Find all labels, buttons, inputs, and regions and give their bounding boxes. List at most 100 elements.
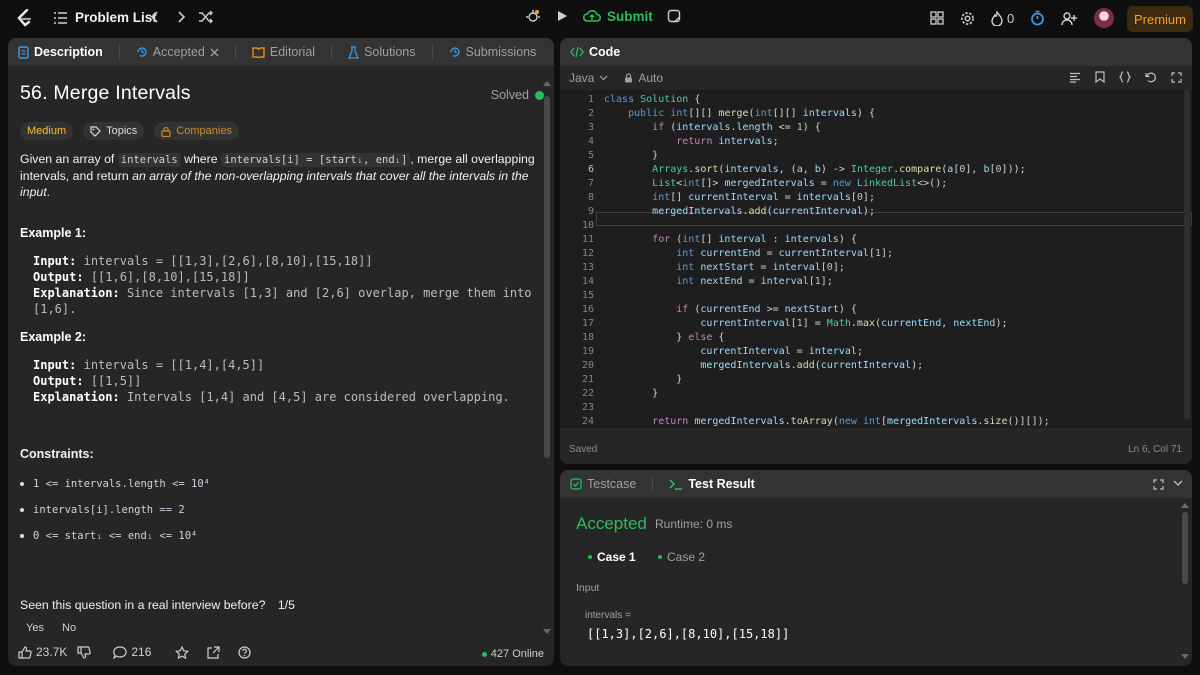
desc-text: and return [72, 169, 129, 183]
output-label: Output: [33, 270, 84, 284]
code-editor[interactable]: 1 2 3 4 5 6 7 8 9 10 11 12 13 14 15 16 17 18 19 20 21 22 23 24 … [560, 90, 1192, 428]
interview-text: Seen this question in a real interview b… [20, 598, 266, 612]
tag-icon [90, 125, 101, 137]
scroll-up-icon[interactable] [543, 80, 551, 86]
code-line: mergedIntervals.add(currentInterval); [652, 206, 875, 217]
debug-icon[interactable] [525, 8, 541, 24]
constraint-text: 0 <= startᵢ <= endᵢ <= 10⁴ [33, 530, 198, 542]
example-explanation: Intervals [1,4] and [4,5] are considered… [126, 390, 510, 404]
streak-counter[interactable]: 0 [991, 10, 1015, 26]
chevron-right-icon[interactable] [176, 10, 186, 24]
online-count: 427 Online [481, 648, 544, 660]
line-number: 11 [581, 234, 594, 245]
gear-icon[interactable] [960, 11, 975, 26]
topics-badge[interactable]: Topics [83, 122, 145, 140]
flame-icon [991, 10, 1003, 26]
submit-button[interactable]: Submit [583, 9, 653, 24]
tab-code[interactable]: Code [570, 45, 620, 59]
thumbs-down-icon[interactable] [77, 645, 92, 659]
auto-mode[interactable]: Auto [624, 71, 663, 85]
constraints-heading: Constraints: [20, 447, 94, 461]
input-heading: Input [576, 582, 600, 594]
problem-badges: Medium Topics Companies [20, 122, 239, 140]
line-number: 19 [581, 346, 594, 357]
comments-button[interactable]: 216 [113, 645, 151, 659]
code-line: int nextEnd = interval[1]; [676, 276, 833, 287]
desc-text: Given an array of [20, 152, 115, 166]
avatar[interactable] [1094, 8, 1115, 28]
maximize-icon[interactable] [1171, 71, 1182, 83]
premium-button[interactable]: Premium [1127, 6, 1193, 32]
like-button[interactable]: 23.7K [18, 645, 67, 659]
example-2-heading: Example 2: [20, 330, 87, 344]
problem-title[interactable]: 56. Merge Intervals [20, 82, 535, 105]
scrollbar[interactable] [1182, 512, 1188, 584]
pass-dot-icon [588, 555, 592, 559]
code-line: int nextStart = interval[0]; [676, 262, 845, 273]
tab-description[interactable]: Description [18, 45, 103, 59]
scroll-up-icon[interactable] [1181, 502, 1189, 508]
line-number: 4 [587, 136, 594, 147]
collapse-icon[interactable] [1173, 480, 1183, 487]
language-select[interactable]: Java [569, 71, 608, 85]
scrollbar[interactable] [544, 96, 550, 458]
streak-count: 0 [1007, 10, 1015, 26]
add-friend-icon[interactable] [1061, 11, 1078, 26]
leetcode-logo-icon[interactable] [16, 9, 32, 28]
run-icon[interactable] [555, 9, 569, 23]
chevron-left-icon[interactable] [150, 10, 160, 24]
no-button[interactable]: No [62, 622, 76, 634]
constraint-item: intervals[i].length == 2 [20, 504, 185, 516]
document-icon [18, 45, 29, 59]
case-1-label: Case 1 [597, 550, 636, 564]
braces-icon[interactable] [1119, 71, 1131, 83]
scroll-down-icon[interactable] [543, 629, 551, 635]
code-line: if (currentEnd >= nextStart) { [676, 304, 857, 315]
lock-icon [624, 73, 633, 83]
layout-icon[interactable] [930, 11, 944, 25]
star-icon[interactable] [175, 645, 190, 659]
format-icon[interactable] [1069, 71, 1081, 83]
check-circle-icon [535, 90, 544, 100]
companies-badge[interactable]: Companies [154, 122, 239, 140]
bookmark-icon[interactable] [1095, 71, 1105, 83]
tab-code-label: Code [589, 45, 621, 59]
tab-submissions[interactable]: Submissions [449, 45, 536, 59]
tab-editorial[interactable]: Editorial [252, 45, 315, 59]
editor-scrollbar[interactable] [1184, 90, 1190, 420]
language-label: Java [569, 71, 595, 85]
close-icon[interactable] [210, 48, 219, 57]
line-number: 24 [581, 416, 594, 427]
reset-icon[interactable] [1145, 71, 1157, 83]
line-number: 12 [581, 248, 594, 259]
like-count: 23.7K [36, 645, 68, 659]
maximize-icon[interactable] [1153, 479, 1164, 490]
tab-test-result-label: Test Result [688, 477, 755, 491]
tab-divider [234, 45, 236, 59]
code-line: class Solution { [604, 94, 701, 105]
line-number: 3 [587, 122, 594, 133]
tab-accepted[interactable]: Accepted [136, 45, 219, 59]
shuffle-icon[interactable] [198, 10, 214, 24]
yes-button[interactable]: Yes [26, 622, 44, 634]
online-dot-icon [481, 651, 487, 657]
line-number: 9 [587, 206, 594, 217]
history-icon [136, 46, 148, 58]
share-icon[interactable] [207, 645, 220, 659]
tab-accepted-label: Accepted [152, 45, 205, 59]
tab-divider [118, 45, 120, 59]
tab-testcase[interactable]: Testcase [570, 477, 636, 491]
scroll-down-icon[interactable] [1181, 654, 1189, 660]
case-1-tab[interactable]: Case 1 [588, 550, 636, 564]
timer-icon[interactable] [1030, 10, 1045, 26]
notes-icon[interactable] [667, 9, 681, 23]
desc-text: . [46, 185, 51, 199]
code-tab-bar: Code [560, 38, 1192, 66]
history-icon [449, 46, 461, 58]
problem-list-button[interactable]: Problem List [54, 10, 157, 25]
help-icon[interactable] [238, 645, 251, 659]
tab-test-result[interactable]: Test Result [669, 477, 755, 491]
case-2-tab[interactable]: Case 2 [658, 550, 705, 564]
tab-description-label: Description [34, 45, 103, 59]
tab-solutions[interactable]: Solutions [348, 45, 416, 59]
